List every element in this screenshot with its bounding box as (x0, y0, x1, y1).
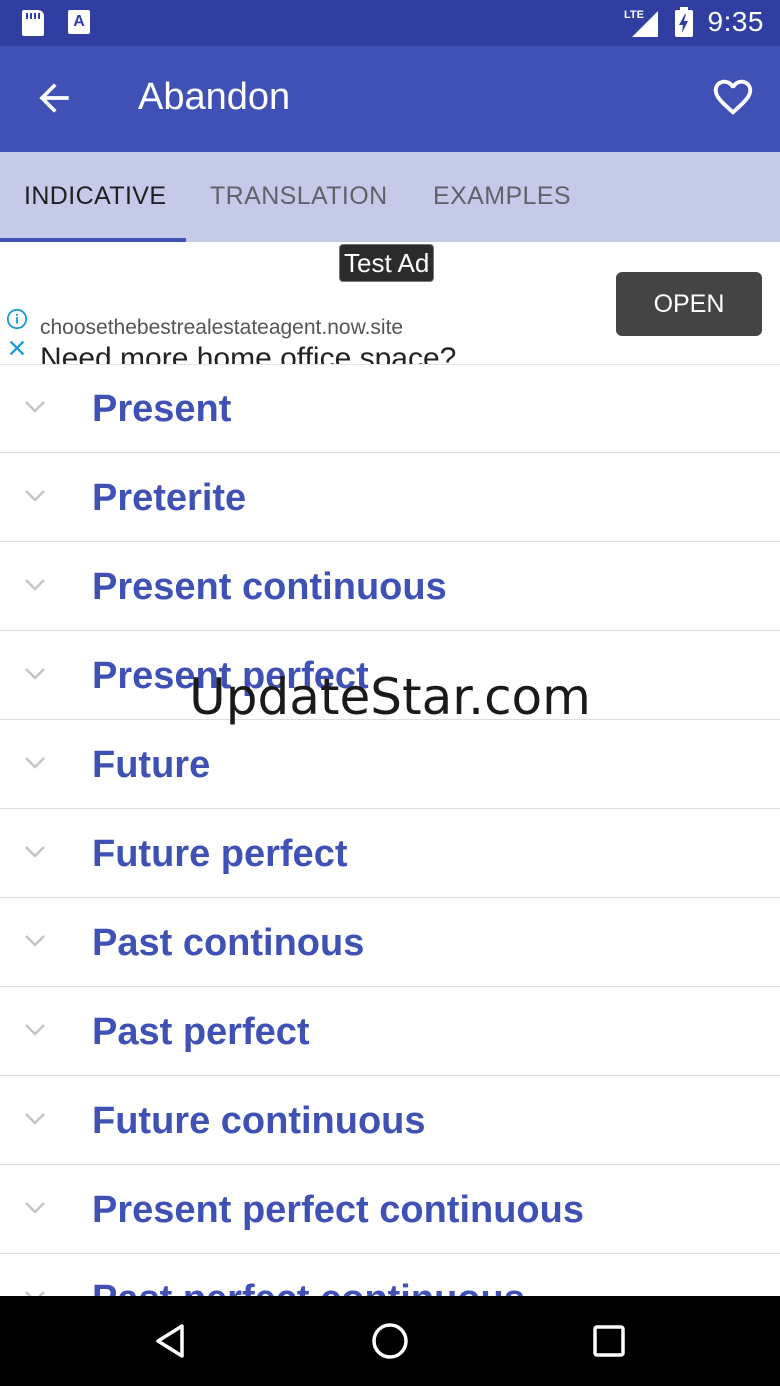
tense-label: Past perfect continuous (92, 1278, 525, 1296)
home-circle-icon[interactable] (369, 1320, 411, 1362)
tense-row[interactable]: Future continuous (0, 1076, 780, 1165)
info-icon[interactable] (6, 308, 28, 330)
tense-label: Present continuous (92, 566, 447, 608)
app-a-icon: A (68, 10, 90, 34)
tense-row[interactable]: Present perfect continuous (0, 1165, 780, 1254)
tense-row[interactable]: Present continuous (0, 542, 780, 631)
tense-label: Present perfect (92, 655, 369, 697)
ad-headline: Need more home office space? (40, 342, 457, 365)
status-clock: 9:35 (707, 6, 764, 37)
test-ad-badge: Test Ad (339, 244, 435, 282)
favorite-button[interactable] (710, 74, 756, 120)
close-icon[interactable] (6, 337, 28, 359)
ad-banner[interactable]: Test Ad choosethebestrealestateagent.now… (0, 242, 780, 365)
tense-label: Past perfect (92, 1011, 310, 1053)
tab-indicative[interactable]: INDICATIVE (24, 182, 166, 211)
tense-row[interactable]: Present perfect (0, 631, 780, 720)
tense-label: Present (92, 388, 232, 430)
tense-row[interactable]: Present (0, 364, 780, 453)
tense-label: Preterite (92, 477, 247, 519)
tense-row[interactable]: Preterite (0, 453, 780, 542)
tab-strip: INDICATIVE TRANSLATION EXAMPLES (0, 152, 780, 242)
heart-outline-icon (713, 79, 753, 115)
tense-label: Future continuous (92, 1100, 426, 1142)
lte-label: LTE (624, 9, 644, 21)
tense-row[interactable]: Past perfect (0, 987, 780, 1076)
back-triangle-icon[interactable] (150, 1320, 192, 1362)
recents-square-icon[interactable] (588, 1320, 630, 1362)
chevron-down-icon (25, 846, 45, 858)
chevron-down-icon (25, 579, 45, 591)
chevron-down-icon (25, 668, 45, 680)
tense-row[interactable]: Future (0, 720, 780, 809)
chevron-down-icon (25, 757, 45, 769)
chevron-down-icon (25, 1113, 45, 1125)
status-bar: A LTE 9:35 (0, 0, 780, 46)
tense-row[interactable]: Future perfect (0, 809, 780, 898)
chevron-down-icon (25, 935, 45, 947)
ad-domain: choosethebestrealestateagent.now.site (40, 316, 404, 339)
battery-charging-icon (674, 7, 693, 37)
app-bar: Abandon (0, 46, 780, 152)
lte-signal-icon: LTE (624, 9, 658, 37)
tense-row[interactable]: Past continous (0, 898, 780, 987)
chevron-down-icon (25, 1202, 45, 1214)
chevron-down-icon (25, 490, 45, 502)
tense-label: Future perfect (92, 833, 348, 875)
arrow-back-icon (39, 83, 69, 113)
ad-open-button[interactable]: OPEN (616, 272, 762, 336)
tense-label: Future (92, 744, 211, 786)
chevron-down-icon (25, 401, 45, 413)
tense-label: Past continous (92, 922, 365, 964)
tab-examples[interactable]: EXAMPLES (433, 182, 571, 211)
back-button[interactable] (32, 76, 76, 120)
navigation-bar (0, 1296, 780, 1386)
page-title: Abandon (138, 76, 291, 118)
sd-card-icon (22, 10, 44, 36)
tense-label: Present perfect continuous (92, 1189, 584, 1231)
chevron-down-icon (25, 1024, 45, 1036)
tense-row[interactable]: Past perfect continuous (0, 1254, 780, 1296)
tense-list: Present Preterite Present continuous Presen… (0, 364, 780, 1296)
tab-translation[interactable]: TRANSLATION (210, 182, 388, 211)
